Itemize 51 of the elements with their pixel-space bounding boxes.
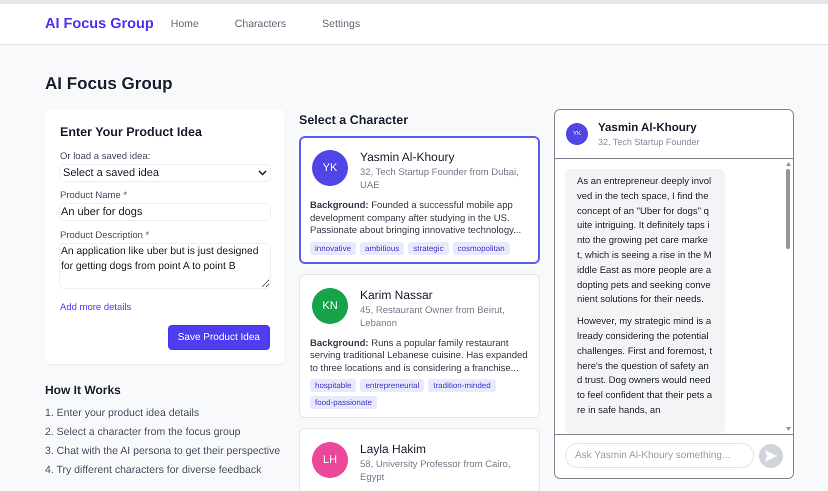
scroll-down-icon[interactable] [786,427,790,431]
character-card[interactable] [299,136,540,264]
character-name: Yasmin Al-Khoury [360,150,456,164]
step-text: 2. Select a character from the focus group [45,426,242,438]
brand-logo-text[interactable]: AI Focus Group [45,16,154,32]
step-text: 3. Chat with the AI persona to get their perspective [45,445,282,457]
chat-persona-description: 32, Tech Startup Founder [598,136,700,146]
nav-link[interactable]: Characters [234,18,286,30]
character-description: 32, Tech Startup Founder from Dubai, UAE [360,166,520,192]
form-title: Enter Your Product Idea [60,125,203,139]
avatar: KN [312,288,348,324]
trait-tag: entrepreneurial [360,379,424,392]
field-label: Product Name * [60,190,128,201]
chat-input[interactable]: Ask Yasmin Al-Khoury something... [565,443,754,468]
message-text: As an entrepreneur deeply involved in the tech space, I find the concept of an "Uber for dogs" quite intriguing. It definitely taps into the growing pet care market, which is seeing a rise in the Middle East as more people are adopting pets and seeking convenient solutions for their needs. [577,175,713,308]
trait-tag: tradition-minded [428,379,496,392]
product-name-input[interactable]: An uber for dogs [60,204,270,220]
character-description: 45, Restaurant Owner from Beirut, Lebanon [360,304,506,330]
trait-tag: innovative [310,242,356,254]
trait-tag: hospitable [310,379,356,392]
send-button[interactable] [759,444,783,468]
message-text: However, my strategic mind is already considering the potential challenges. First and foremost, there's the question of safety and trust. Dog owners would need to feel confident that their pets are in safe hands, an [577,315,713,418]
save-button[interactable]: Save Product Idea [168,325,270,350]
trait-tag: cosmopolitan [452,242,510,254]
character-card[interactable]: LH Layla Hakim 58, University Professor from Cairo, Egypt [299,428,540,491]
trait-tag: ambitious [360,242,404,254]
avatar: LH [312,442,348,478]
background-text: Background: Runs a popular family restaurant serving traditional Lebanese cuisine. Has expanded to three locations and is considering a franchise... [310,338,529,375]
avatar: YK [312,150,348,186]
step-text: 4. Try different characters for diverse feedback [45,464,262,476]
section-title: Select a Character [299,113,410,127]
trait-tag: food-passionate [310,396,377,409]
product-description-input[interactable]: An application like uber but is just designed for getting dogs from point A to point B [60,244,270,288]
send-icon [764,448,778,462]
add-details-link[interactable]: Add more details [60,302,270,313]
field-label: Product Description * [60,230,150,241]
nav-link[interactable]: Settings [322,18,360,30]
field-label: Or load a saved idea: [60,151,152,162]
nav-link[interactable]: Home [170,18,199,30]
character-name: Layla Hakim [360,442,428,456]
character-name: Karim Nassar [360,288,434,302]
trait-tag: strategic [408,242,449,254]
background-text: Background: Founded a successful mobile app development company after studying in the US. Passionate about bringing innovative technology... [310,200,522,238]
chat-persona-name: Yasmin Al-Khoury [598,122,698,134]
step-text: 1. Enter your product idea details [45,407,200,419]
scroll-up-icon[interactable] [786,162,790,166]
section-title: How It Works [45,383,122,397]
saved-idea-dropdown[interactable]: Select a saved idea [60,165,270,181]
page-title: AI Focus Group [45,74,174,94]
chevron-down-icon [258,170,267,176]
character-description: 58, University Professor from Cairo, Egypt [360,458,512,484]
